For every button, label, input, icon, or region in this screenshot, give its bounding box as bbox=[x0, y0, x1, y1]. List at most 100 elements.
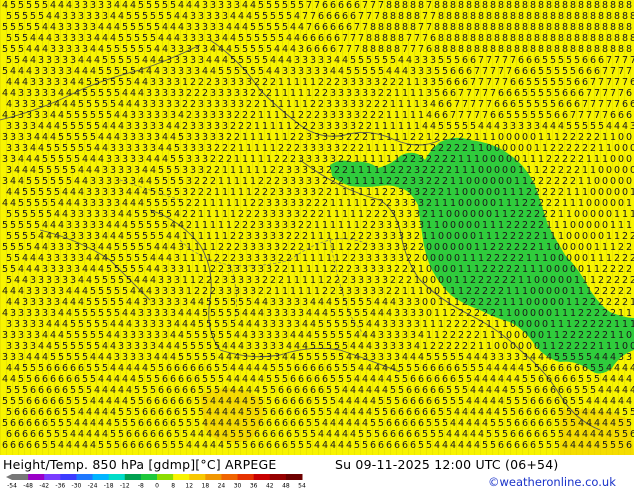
isotherm-label: 2 bbox=[430, 165, 436, 176]
isotherm-label: 0 bbox=[578, 264, 584, 275]
isotherm-label: 3 bbox=[86, 209, 92, 220]
isotherm-label: 5 bbox=[14, 11, 20, 22]
isotherm-label: 5 bbox=[74, 132, 80, 143]
site-credit[interactable]: ©weatheronline.co.uk bbox=[488, 475, 616, 489]
isotherm-label: 5 bbox=[522, 88, 528, 99]
isotherm-label: 1 bbox=[514, 286, 520, 297]
isotherm-label: 3 bbox=[418, 176, 424, 187]
isotherm-label: 4 bbox=[62, 297, 68, 308]
isotherm-label: 0 bbox=[498, 176, 504, 187]
isotherm-label: 2 bbox=[566, 341, 572, 352]
isotherm-label: 6 bbox=[298, 418, 304, 429]
isotherm-label: 5 bbox=[10, 22, 16, 33]
isotherm-label: 7 bbox=[406, 33, 412, 44]
isotherm-label: 4 bbox=[34, 44, 40, 55]
isotherm-label: 4 bbox=[118, 99, 124, 110]
isotherm-label: 7 bbox=[426, 22, 432, 33]
isotherm-label: 2 bbox=[430, 187, 436, 198]
isotherm-label: 4 bbox=[54, 99, 60, 110]
isotherm-label: 6 bbox=[50, 374, 56, 385]
isotherm-label: 1 bbox=[474, 154, 480, 165]
isotherm-label: 5 bbox=[470, 363, 476, 374]
isotherm-label: 3 bbox=[418, 66, 424, 77]
isotherm-label: 8 bbox=[506, 44, 512, 55]
isotherm-label: 4 bbox=[182, 319, 188, 330]
isotherm-label: 2 bbox=[186, 220, 192, 231]
isotherm-label: 1 bbox=[370, 154, 376, 165]
isotherm-label: 1 bbox=[402, 132, 408, 143]
isotherm-label: 1 bbox=[514, 176, 520, 187]
isotherm-label: 3 bbox=[414, 319, 420, 330]
isotherm-label: 4 bbox=[234, 22, 240, 33]
isotherm-label: 3 bbox=[162, 330, 168, 341]
isotherm-label: 1 bbox=[426, 220, 432, 231]
isotherm-label: 5 bbox=[146, 374, 152, 385]
isotherm-label: 3 bbox=[154, 286, 160, 297]
isotherm-label: 4 bbox=[18, 264, 24, 275]
isotherm-label: 7 bbox=[338, 44, 344, 55]
color-scale: -54 -48 -42 -36 -30 -24 -18 -12 -8 0 8 12 18 24 30 36 42… bbox=[6, 474, 306, 488]
isotherm-label: 0 bbox=[550, 297, 556, 308]
isotherm-label: 1 bbox=[230, 187, 236, 198]
isotherm-label: 3 bbox=[154, 132, 160, 143]
isotherm-label: 7 bbox=[450, 110, 456, 121]
isotherm-label: 2 bbox=[418, 242, 424, 253]
isotherm-label: 6 bbox=[406, 385, 412, 396]
isotherm-label: 3 bbox=[234, 88, 240, 99]
isotherm-label: 8 bbox=[398, 33, 404, 44]
isotherm-label: 1 bbox=[410, 286, 416, 297]
isotherm-label: 1 bbox=[298, 88, 304, 99]
isotherm-label: 4 bbox=[206, 407, 212, 418]
isotherm-label: 3 bbox=[290, 66, 296, 77]
isotherm-label: 5 bbox=[138, 374, 144, 385]
isotherm-label: 2 bbox=[534, 209, 540, 220]
isotherm-label: 1 bbox=[502, 319, 508, 330]
isotherm-label: 4 bbox=[14, 363, 20, 374]
isotherm-label: 4 bbox=[138, 286, 144, 297]
isotherm-label: 5 bbox=[182, 429, 188, 440]
isotherm-label: 4 bbox=[306, 330, 312, 341]
isotherm-label: 7 bbox=[414, 33, 420, 44]
isotherm-label: 1 bbox=[618, 330, 624, 341]
isotherm-label: 6 bbox=[526, 55, 532, 66]
isotherm-label: 5 bbox=[394, 374, 400, 385]
isotherm-label: 4 bbox=[90, 66, 96, 77]
isotherm-label: 8 bbox=[626, 22, 632, 33]
isotherm-label: 5 bbox=[398, 385, 404, 396]
isotherm-label: 1 bbox=[406, 121, 412, 132]
isotherm-label: 6 bbox=[526, 429, 532, 440]
scale-swatch bbox=[76, 474, 94, 480]
isotherm-label: 8 bbox=[434, 22, 440, 33]
isotherm-label: 1 bbox=[622, 209, 628, 220]
isotherm-label: 7 bbox=[478, 55, 484, 66]
isotherm-label: 5 bbox=[310, 429, 316, 440]
isotherm-label: 3 bbox=[430, 77, 436, 88]
isotherm-label: 5 bbox=[550, 429, 556, 440]
isotherm-label: 6 bbox=[434, 396, 440, 407]
isotherm-label: 3 bbox=[18, 132, 24, 143]
isotherm-label: 1 bbox=[486, 231, 492, 242]
isotherm-label: 2 bbox=[206, 275, 212, 286]
isotherm-label: 2 bbox=[542, 209, 548, 220]
isotherm-label: 4 bbox=[586, 418, 592, 429]
isotherm-label: 3 bbox=[402, 198, 408, 209]
isotherm-label: 5 bbox=[158, 187, 164, 198]
isotherm-label: 6 bbox=[190, 385, 196, 396]
isotherm-label: 5 bbox=[202, 352, 208, 363]
isotherm-label: 3 bbox=[298, 44, 304, 55]
isotherm-label: 1 bbox=[462, 275, 468, 286]
isotherm-label: 4 bbox=[218, 418, 224, 429]
isotherm-label: 7 bbox=[302, 11, 308, 22]
isotherm-label: 4 bbox=[354, 418, 360, 429]
isotherm-label: 3 bbox=[162, 264, 168, 275]
isotherm-label: 6 bbox=[154, 396, 160, 407]
isotherm-label: 3 bbox=[26, 132, 32, 143]
isotherm-label: 0 bbox=[458, 198, 464, 209]
isotherm-label: 0 bbox=[462, 231, 468, 242]
isotherm-label: 5 bbox=[230, 55, 236, 66]
isotherm-label: 1 bbox=[582, 165, 588, 176]
isotherm-label: 1 bbox=[618, 220, 624, 231]
isotherm-label: 6 bbox=[282, 396, 288, 407]
isotherm-label: 5 bbox=[566, 121, 572, 132]
isotherm-label: 3 bbox=[342, 77, 348, 88]
